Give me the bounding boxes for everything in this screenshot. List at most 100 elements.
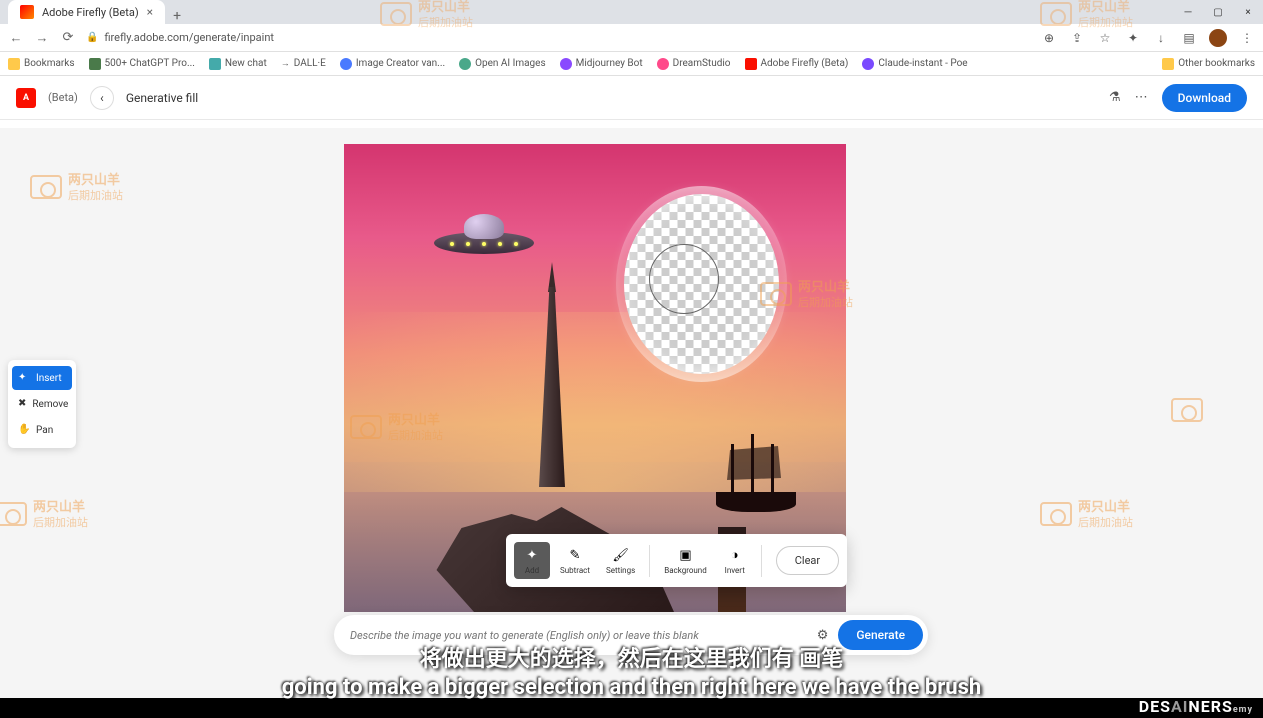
camera-icon: [760, 282, 792, 306]
bookmarks-bar: Bookmarks 500+ ChatGPT Pro... New chat →…: [0, 52, 1263, 76]
watermark: 两只山羊后期加油站: [350, 413, 443, 442]
prompt-bar: ⚙ Generate: [334, 615, 928, 655]
nav-reload-icon[interactable]: ⟳: [60, 30, 76, 45]
camera-icon: [1040, 2, 1072, 26]
background-icon: ▣: [676, 546, 694, 564]
camera-icon: [380, 2, 412, 26]
downloads-icon[interactable]: ↓: [1153, 30, 1169, 46]
window-close-icon[interactable]: ×: [1233, 0, 1263, 24]
beta-badge: (Beta): [48, 91, 78, 104]
window-maximize-icon[interactable]: ▢: [1203, 0, 1233, 24]
app-back-button[interactable]: ‹: [90, 86, 114, 110]
window-minimize-icon[interactable]: ─: [1173, 0, 1203, 24]
other-bookmarks[interactable]: Other bookmarks: [1162, 58, 1255, 70]
pan-tool[interactable]: ✋Pan: [12, 418, 72, 442]
bookmark-item[interactable]: Image Creator van...: [340, 58, 445, 70]
reading-list-icon[interactable]: ▤: [1181, 30, 1197, 46]
invert-icon: ◑: [726, 546, 744, 564]
remove-tool[interactable]: ✖Remove: [12, 392, 72, 416]
bookmark-icon: [209, 58, 221, 70]
canvas-area: ✦Insert ✖Remove ✋Pan ✦Add ✎Subtract 🖌Set…: [0, 128, 1263, 718]
tab-title: Adobe Firefly (Beta): [42, 6, 139, 19]
video-bar: [0, 698, 1263, 718]
divider: [649, 545, 650, 577]
bookmark-icon: [657, 58, 669, 70]
clear-button[interactable]: Clear: [776, 546, 839, 575]
brand-logo: DESAINERSemy: [1139, 697, 1253, 716]
camera-icon: [350, 415, 382, 439]
page-title: Generative fill: [126, 91, 198, 105]
watermark: 两只山羊后期加油站: [30, 173, 123, 202]
bookmark-item[interactable]: Claude-instant - Poe: [862, 58, 967, 70]
browser-tab-active[interactable]: Adobe Firefly (Beta) ×: [8, 0, 165, 24]
add-icon: ✦: [523, 546, 541, 564]
brush-cursor-icon: [649, 244, 719, 314]
bookmark-icon: [459, 58, 471, 70]
folder-icon: [8, 58, 20, 70]
brush-toolbar: ✦Add ✎Subtract 🖌Settings ▣Background ◑In…: [506, 534, 847, 587]
url-field[interactable]: 🔒 firefly.adobe.com/generate/inpaint: [86, 31, 1031, 44]
more-icon[interactable]: ⋯: [1135, 90, 1148, 105]
insert-icon: ✦: [18, 372, 30, 384]
bookmark-item[interactable]: Adobe Firefly (Beta): [745, 58, 849, 70]
subtract-tool[interactable]: ✎Subtract: [554, 542, 596, 579]
nav-forward-icon[interactable]: →: [34, 30, 50, 46]
subtract-icon: ✎: [566, 546, 584, 564]
generate-button[interactable]: Generate: [838, 620, 923, 650]
brush-icon: 🖌: [612, 546, 630, 564]
app-header: A (Beta) ‹ Generative fill ⚗ ⋯ Download: [0, 76, 1263, 120]
bookmark-item[interactable]: Open AI Images: [459, 58, 546, 70]
bookmark-item[interactable]: DreamStudio: [657, 58, 731, 70]
url-text: firefly.adobe.com/generate/inpaint: [104, 31, 274, 44]
ship-graphic: [706, 422, 806, 512]
tab-close-icon[interactable]: ×: [147, 5, 153, 19]
insert-tool[interactable]: ✦Insert: [12, 366, 72, 390]
bookmark-item[interactable]: 500+ ChatGPT Pro...: [89, 58, 195, 70]
bookmark-icon: [560, 58, 572, 70]
bookmark-item[interactable]: New chat: [209, 58, 267, 70]
divider: [761, 545, 762, 577]
background-tool[interactable]: ▣Background: [658, 542, 713, 579]
nav-back-icon[interactable]: ←: [8, 30, 24, 46]
bookmark-item[interactable]: →DALL·E: [281, 58, 326, 69]
watermark: 两只山羊后期加油站: [1040, 500, 1133, 529]
pan-icon: ✋: [18, 424, 30, 436]
ufo-graphic: [434, 214, 534, 264]
new-tab-button[interactable]: +: [165, 8, 189, 24]
side-toolbar: ✦Insert ✖Remove ✋Pan: [8, 360, 76, 448]
watermark: [1171, 398, 1203, 422]
download-button[interactable]: Download: [1162, 84, 1247, 112]
bookmark-icon: [340, 58, 352, 70]
bookmark-icon: →: [281, 58, 290, 69]
bookmark-icon: [862, 58, 874, 70]
folder-icon: [1162, 58, 1174, 70]
prompt-input[interactable]: [350, 629, 807, 642]
flask-icon[interactable]: ⚗: [1109, 90, 1121, 105]
watermark: 两只山羊后期加油站: [380, 0, 473, 29]
bookmark-icon: [89, 58, 101, 70]
lock-icon: 🔒: [86, 32, 98, 43]
watermark: 两只山羊后期加油站: [760, 280, 853, 309]
translate-icon[interactable]: ⊕: [1041, 30, 1057, 46]
bookmark-item[interactable]: Bookmarks: [8, 58, 75, 70]
bookmark-star-icon[interactable]: ☆: [1097, 30, 1113, 46]
brush-settings-tool[interactable]: 🖌Settings: [600, 542, 641, 579]
camera-icon: [30, 175, 62, 199]
adobe-logo-icon[interactable]: A: [16, 88, 36, 108]
camera-icon: [1171, 398, 1203, 422]
invert-tool[interactable]: ◑Invert: [717, 542, 753, 579]
camera-icon: [1040, 502, 1072, 526]
tab-favicon-icon: [20, 5, 34, 19]
profile-avatar-icon[interactable]: [1209, 29, 1227, 47]
remove-icon: ✖: [18, 398, 26, 410]
camera-icon: [0, 502, 27, 526]
prompt-settings-icon[interactable]: ⚙: [817, 628, 829, 643]
share-icon[interactable]: ⇪: [1069, 30, 1085, 46]
bookmark-item[interactable]: Midjourney Bot: [560, 58, 643, 70]
bookmark-icon: [745, 58, 757, 70]
watermark: 两只山羊后期加油站: [1040, 0, 1133, 29]
extensions-icon[interactable]: ✦: [1125, 30, 1141, 46]
menu-icon[interactable]: ⋮: [1239, 30, 1255, 46]
watermark: 两只山羊后期加油站: [0, 500, 88, 529]
add-tool[interactable]: ✦Add: [514, 542, 550, 579]
